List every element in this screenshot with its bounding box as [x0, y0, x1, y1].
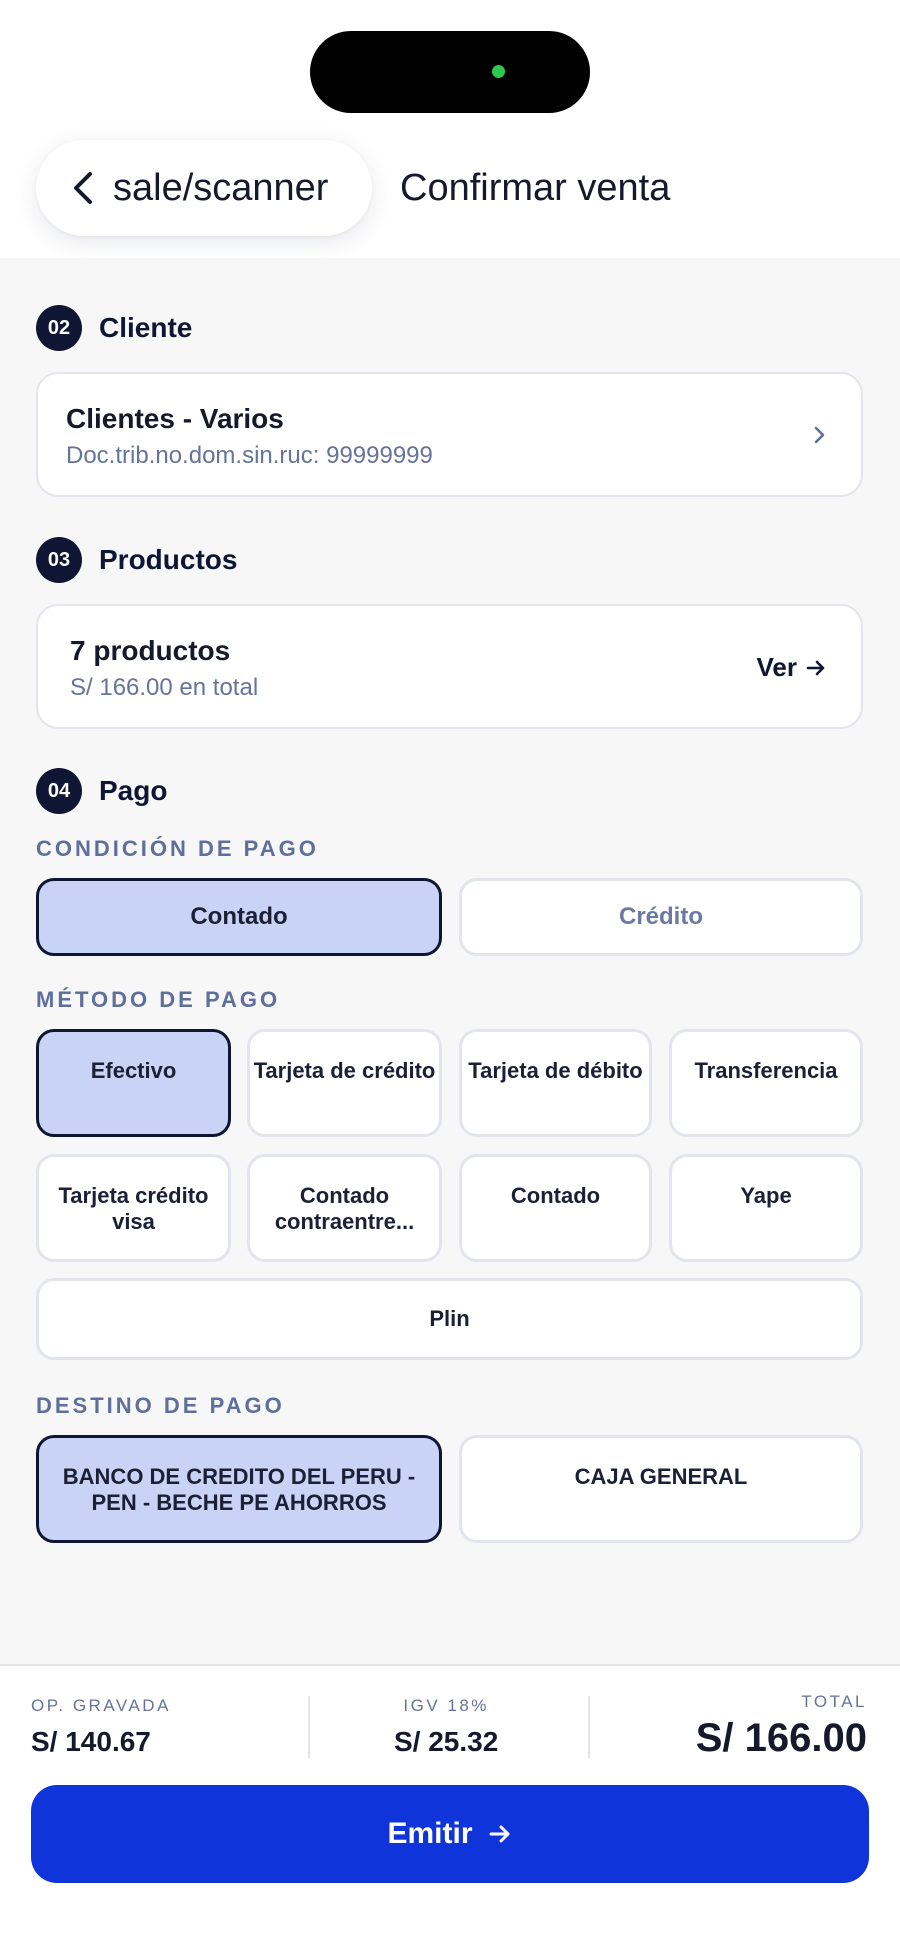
cliente-card[interactable]: Clientes - Varios Doc.trib.no.dom.sin.ru… — [36, 372, 863, 497]
step-productos-header: 03 Productos — [36, 537, 237, 583]
condicion-label: CONDICIÓN DE PAGO — [36, 836, 319, 861]
productos-count: 7 productos — [70, 635, 231, 666]
productos-card[interactable]: 7 productos S/ 166.00 en total Ver — [36, 604, 863, 729]
step-number-badge: 03 — [36, 537, 82, 583]
dynamic-island — [310, 31, 590, 113]
metodo-label: MÉTODO DE PAGO — [36, 987, 281, 1012]
igv-label: IGV 18% — [403, 1696, 489, 1715]
destino-label: DESTINO DE PAGO — [36, 1393, 285, 1418]
camera-indicator-dot — [492, 65, 505, 78]
metodo-option-transferencia[interactable]: Transferencia — [669, 1029, 863, 1137]
metodo-option-plin[interactable]: Plin — [36, 1278, 863, 1360]
step-cliente-header: 02 Cliente — [36, 305, 192, 351]
step-label: Pago — [99, 775, 168, 806]
arrow-right-icon — [806, 660, 825, 675]
destino-option-bcp[interactable]: BANCO DE CREDITO DEL PERU - PEN - BECHE … — [36, 1435, 442, 1543]
metodo-option-contado-contraentrega[interactable]: Contado contraentre... — [247, 1154, 442, 1262]
divider — [588, 1696, 590, 1758]
divider — [308, 1696, 310, 1758]
ver-button[interactable]: Ver — [757, 652, 828, 683]
chevron-right-icon — [814, 426, 825, 444]
emit-button[interactable]: Emitir — [31, 1785, 869, 1883]
step-number-badge: 04 — [36, 768, 82, 814]
top-bar: sale/scanner Confirmar venta — [0, 0, 900, 258]
total-label: TOTAL — [801, 1692, 867, 1711]
op-gravada-value: S/ 140.67 — [31, 1726, 151, 1757]
op-gravada-label: OP. GRAVADA — [31, 1696, 171, 1715]
metodo-option-tarjeta-debito[interactable]: Tarjeta de débito — [459, 1029, 652, 1137]
step-label: Cliente — [99, 312, 193, 343]
destino-option-caja-general[interactable]: CAJA GENERAL — [459, 1435, 863, 1543]
op-gravada-summary: OP. GRAVADA S/ 140.67 — [31, 1696, 171, 1758]
metodo-option-efectivo[interactable]: Efectivo — [36, 1029, 231, 1137]
back-button[interactable]: sale/scanner — [36, 140, 372, 236]
ver-label: Ver — [756, 652, 798, 682]
igv-value: S/ 25.32 — [394, 1726, 499, 1757]
cliente-name: Clientes - Varios — [66, 403, 284, 434]
productos-total: S/ 166.00 en total — [70, 674, 259, 701]
step-pago-header: 04 Pago — [36, 768, 167, 814]
metodo-option-yape[interactable]: Yape — [669, 1154, 863, 1262]
metodo-option-tarjeta-credito-visa[interactable]: Tarjeta crédito visa — [36, 1154, 231, 1262]
page-title: Confirmar venta — [400, 167, 671, 209]
chevron-left-icon — [74, 172, 92, 204]
summary-footer: OP. GRAVADA S/ 140.67 IGV 18% S/ 25.32 T… — [0, 1664, 900, 1957]
total-value: S/ 166.00 — [695, 1716, 867, 1760]
metodo-option-contado[interactable]: Contado — [459, 1154, 652, 1262]
condicion-option-credito[interactable]: Crédito — [459, 878, 863, 956]
arrow-right-icon — [489, 1825, 510, 1843]
total-summary: TOTAL S/ 166.00 — [696, 1692, 867, 1761]
step-label: Productos — [99, 544, 238, 575]
back-label: sale/scanner — [113, 167, 329, 209]
cliente-doc: Doc.trib.no.dom.sin.ruc: 99999999 — [66, 442, 433, 469]
step-number-badge: 02 — [36, 305, 82, 351]
igv-summary: IGV 18% S/ 25.32 — [394, 1696, 498, 1758]
emit-label: Emitir — [387, 1817, 473, 1850]
condicion-option-contado[interactable]: Contado — [36, 878, 442, 956]
metodo-option-tarjeta-credito[interactable]: Tarjeta de crédito — [247, 1029, 442, 1137]
